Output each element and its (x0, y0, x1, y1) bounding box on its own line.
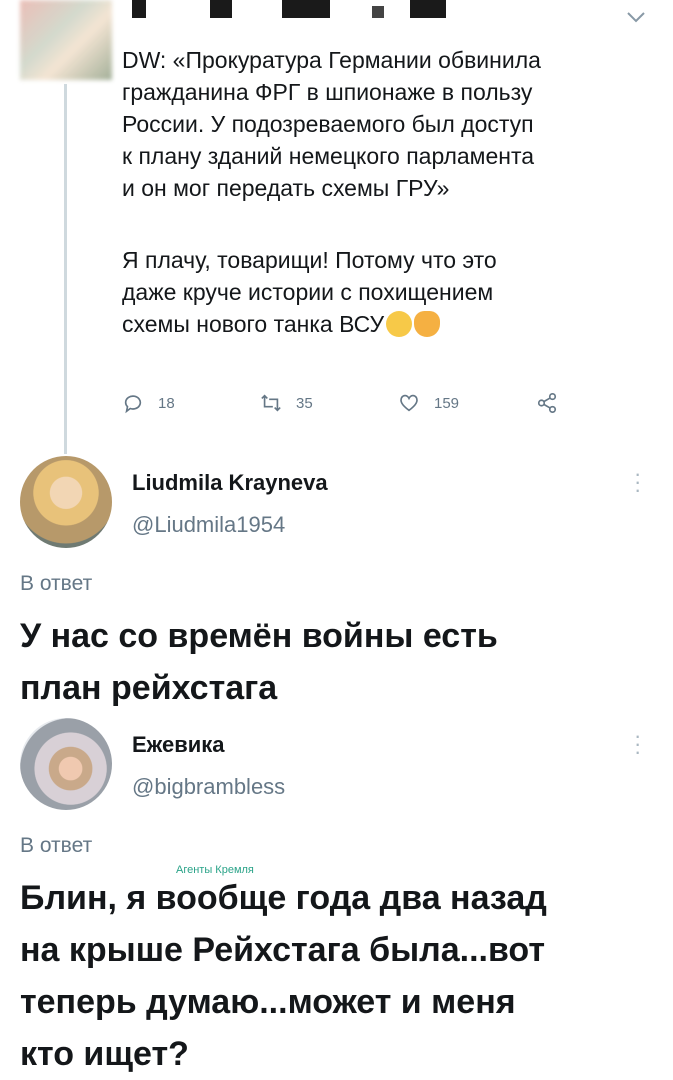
chevron-down-icon[interactable] (626, 8, 646, 29)
reply1-author-handle[interactable]: @Liudmila1954 (132, 512, 285, 538)
reply2-text: Блин, я вообще года два назад на крыше Р… (20, 879, 547, 1073)
reply-button[interactable]: 18 (122, 392, 175, 414)
reply2-author-handle[interactable]: @bigbrambless (132, 774, 285, 800)
facepalm-emoji-icon (414, 311, 441, 337)
reply2-author-name[interactable]: Ежевика (132, 732, 225, 758)
like-icon (400, 394, 418, 412)
tweet-paragraph-2: Я плачу, товарищи! Потому что это даже к… (122, 247, 497, 337)
reply1-text: У нас со времён войны есть план рейхстаг… (20, 617, 498, 707)
redacted-name-block (132, 0, 146, 18)
redacted-time-block (410, 0, 446, 18)
reply2-in-reply-to: В ответ (20, 834, 93, 857)
main-tweet-text: DW: «Прокуратура Германии обвинила гражд… (122, 44, 662, 340)
tweet-actions: 18 35 159 (122, 392, 642, 422)
reply-icon (124, 395, 142, 414)
redacted-handle-block (282, 0, 330, 18)
avatar[interactable] (20, 456, 112, 548)
like-button[interactable]: 159 (398, 392, 459, 414)
share-button[interactable] (536, 392, 558, 414)
blurred-avatar (20, 0, 112, 80)
like-count: 159 (434, 394, 460, 412)
reply1-in-reply-to: В ответ (20, 572, 93, 595)
more-icon[interactable]: · · · (634, 725, 641, 763)
redacted-name-block (210, 0, 232, 18)
more-icon[interactable]: · · · (634, 463, 641, 501)
retweet-icon (261, 394, 281, 412)
thread-line (64, 84, 67, 454)
share-icon (537, 393, 557, 413)
tweet-paragraph-1: DW: «Прокуратура Германии обвинила гражд… (122, 47, 541, 201)
reply-count: 18 (158, 394, 175, 412)
reply1-author-name[interactable]: Liudmila Krayneva (132, 470, 328, 496)
retweet-count: 35 (296, 394, 313, 412)
laughing-emoji-icon (386, 311, 413, 337)
redacted-dot (372, 6, 384, 18)
avatar[interactable] (20, 718, 112, 810)
retweet-button[interactable]: 35 (260, 392, 313, 414)
